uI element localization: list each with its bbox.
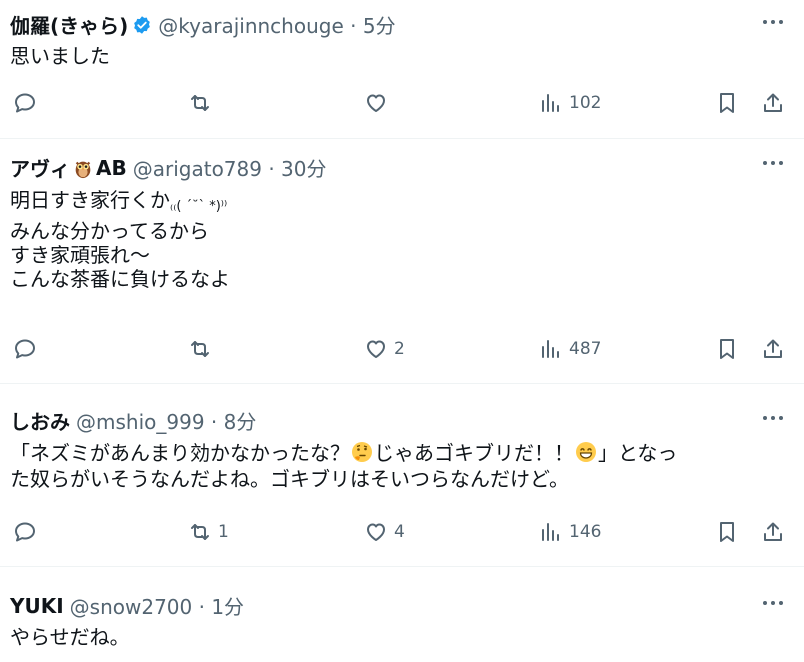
share-icon (764, 522, 782, 541)
tweet-text-line1: 明日すき家行くか (10, 188, 170, 212)
views-button[interactable]: 487 (539, 337, 601, 361)
tweet-text: 思いました (10, 44, 110, 68)
more-icon[interactable] (760, 593, 786, 613)
share-button[interactable] (761, 91, 785, 115)
bookmark-button[interactable] (715, 337, 739, 361)
view-count: 102 (569, 93, 602, 113)
tweet-header: YUKI @snow2700 · 1分 (10, 591, 244, 620)
share-button[interactable] (761, 520, 785, 544)
retweet-button[interactable]: 1 (188, 520, 229, 544)
more-icon[interactable] (760, 12, 786, 32)
reply-icon (15, 93, 35, 113)
tweet[interactable]: アヴィ AB @arigato789 · 30分 明日すき家行くか₍₍( ´˘`… (0, 139, 804, 384)
handle-and-time[interactable]: @snow2700 · 1分 (70, 591, 244, 620)
author-name[interactable]: しおみ (10, 406, 70, 435)
tweet-text-line2: た奴らがいそうなんだよね。ゴキブリはそいつらなんだけど。 (10, 467, 569, 491)
retweet-icon (191, 524, 209, 540)
owl-emoji-icon (75, 161, 91, 178)
share-icon (764, 93, 782, 112)
author-name-prefix[interactable]: アヴィ (10, 153, 70, 182)
thinking-face-emoji-icon (352, 442, 372, 462)
like-count: 4 (394, 522, 405, 542)
retweet-button[interactable] (188, 337, 218, 361)
bookmark-button[interactable] (715, 91, 739, 115)
tweet-text-part: 」となっ (598, 441, 678, 465)
reply-icon (15, 339, 35, 359)
heart-icon (367, 340, 385, 358)
tweet-text-part: 「ネズミがあんまり効かなかったな？ (10, 441, 350, 465)
like-button[interactable]: 2 (364, 337, 405, 361)
bookmark-icon (720, 93, 734, 113)
tweet-text: 「ネズミがあんまり効かなかったな？ じゃあゴキブリだ！！ 」となっ た奴らがいそうな… (10, 440, 784, 492)
retweet-button[interactable] (188, 91, 218, 115)
tweet-text-part: じゃあゴキブリだ！！ (374, 441, 574, 465)
reply-icon (15, 522, 35, 542)
heart-icon (367, 94, 385, 112)
retweet-icon (191, 95, 209, 111)
share-icon (764, 339, 782, 358)
bookmark-button[interactable] (715, 520, 739, 544)
tweet-text: 明日すき家行くか₍₍( ´˘` *)⁾⁾ みんな分かってるから すき家頑張れ〜 … (10, 188, 784, 291)
view-count: 487 (569, 339, 602, 359)
tweet[interactable]: 伽羅(きゃら) @kyarajinnchouge · 5分 思いました 102 (0, 0, 804, 139)
tweet-header: 伽羅(きゃら) @kyarajinnchouge · 5分 (10, 10, 396, 39)
author-name-suffix[interactable]: AB (96, 156, 127, 180)
handle-and-time[interactable]: @arigato789 · 30分 (133, 153, 327, 182)
action-bar: 1 4 146 (0, 520, 804, 546)
tweet-text-rest: みんな分かってるから すき家頑張れ〜 こんな茶番に負けるなよ (10, 219, 230, 291)
grinning-face-emoji-icon (576, 442, 596, 462)
author-name[interactable]: YUKI (10, 594, 64, 618)
handle-and-time[interactable]: @mshio_999 · 8分 (76, 406, 256, 435)
view-count: 146 (569, 522, 602, 542)
more-icon[interactable] (760, 153, 786, 173)
action-bar: 2 487 (0, 337, 804, 363)
views-icon (542, 523, 559, 541)
views-icon (542, 94, 559, 112)
heart-icon (367, 523, 385, 541)
like-button[interactable]: 4 (364, 520, 405, 544)
like-button[interactable] (364, 91, 394, 115)
tweet[interactable]: YUKI @snow2700 · 1分 やらせだね。 (0, 567, 804, 662)
views-button[interactable]: 146 (539, 520, 601, 544)
tweet[interactable]: しおみ @mshio_999 · 8分 「ネズミがあんまり効かなかったな？ じゃあ… (0, 384, 804, 567)
bookmark-icon (720, 339, 734, 359)
kaomoji: ₍₍( ´˘` *)⁾⁾ (170, 199, 228, 214)
more-icon[interactable] (760, 408, 786, 428)
like-count: 2 (394, 339, 405, 359)
tweet-header: アヴィ AB @arigato789 · 30分 (10, 153, 327, 182)
tweet-header: しおみ @mshio_999 · 8分 (10, 406, 256, 435)
author-name[interactable]: 伽羅(きゃら) (10, 10, 128, 39)
verified-badge-icon (134, 15, 151, 34)
action-bar: 102 (0, 91, 804, 117)
retweet-icon (191, 341, 209, 357)
bookmark-icon (720, 522, 734, 542)
reply-button[interactable] (13, 337, 43, 361)
views-icon (542, 340, 559, 358)
handle-and-time[interactable]: @kyarajinnchouge · 5分 (158, 10, 395, 39)
tweet-text: やらせだね。 (10, 625, 130, 649)
share-button[interactable] (761, 337, 785, 361)
reply-button[interactable] (13, 520, 43, 544)
reply-button[interactable] (13, 91, 43, 115)
views-button[interactable]: 102 (539, 91, 601, 115)
retweet-count: 1 (218, 522, 229, 542)
